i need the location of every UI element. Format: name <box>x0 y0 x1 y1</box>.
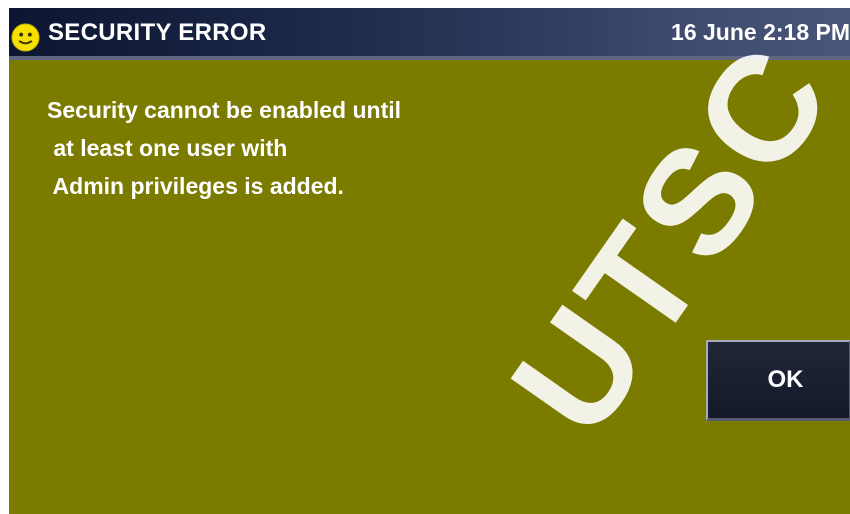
title-bar: SECURITY ERROR 16 June 2:18 PM <box>9 8 850 60</box>
message-line: at least one user with <box>47 135 288 161</box>
dialog-title: SECURITY ERROR <box>48 19 267 46</box>
error-screen: SECURITY ERROR 16 June 2:18 PM Security … <box>9 8 850 514</box>
watermark: UTSC <box>479 13 850 464</box>
message-line: Security cannot be enabled until <box>47 97 402 123</box>
smiley-face-icon <box>11 23 40 52</box>
ok-button[interactable]: OK <box>706 340 850 421</box>
message-line: Admin privileges is added. <box>47 173 344 199</box>
error-message: Security cannot be enabled until at leas… <box>47 91 401 205</box>
date-time-display: 16 June 2:18 PM <box>671 19 850 45</box>
